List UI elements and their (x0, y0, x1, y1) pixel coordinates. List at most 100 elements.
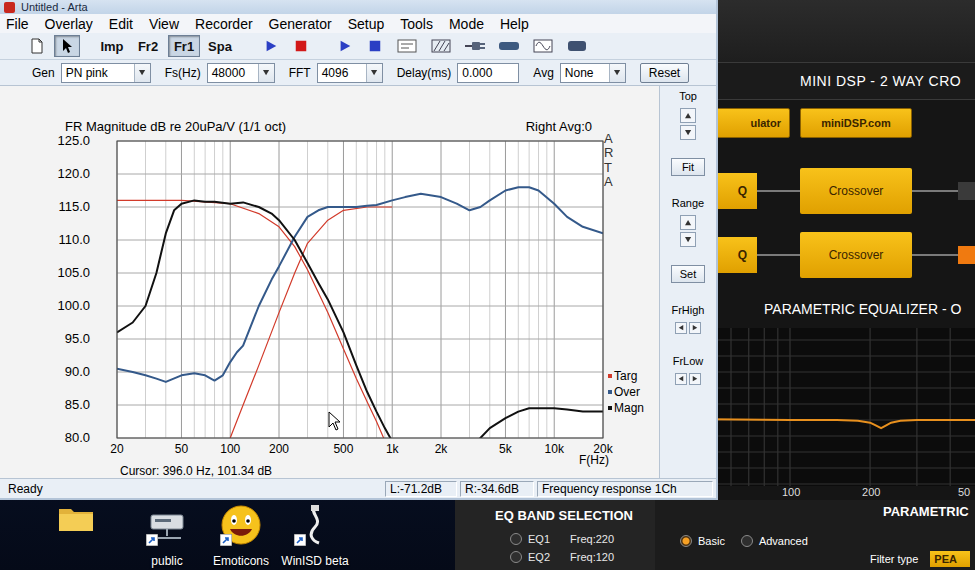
arrow-down-icon (685, 236, 692, 243)
minidsp-button[interactable]: miniDSP.com (800, 108, 912, 138)
menu-item[interactable]: Help (494, 15, 535, 33)
crossover-block[interactable]: Crossover (800, 232, 912, 278)
desktop-icon-box (292, 504, 338, 546)
side-button[interactable]: Fit (671, 158, 705, 176)
select-box[interactable]: 4096 (317, 63, 383, 83)
menu-item[interactable]: Recorder (189, 15, 259, 33)
tool-button[interactable] (24, 35, 50, 57)
menu-item[interactable]: Tools (394, 15, 439, 33)
band-row[interactable]: EQ2Freq:120 (495, 550, 655, 564)
desktop-folder[interactable] (58, 504, 130, 532)
wave-button[interactable] (528, 35, 558, 57)
desktop-icon-item[interactable]: WinISD beta (278, 504, 352, 568)
control-value: PN pink (62, 66, 134, 80)
folder-icon[interactable] (58, 504, 94, 532)
output-block[interactable] (958, 182, 975, 200)
select-box[interactable]: PN pink (61, 63, 151, 83)
reset-button[interactable]: Reset (640, 63, 689, 83)
control-label: Delay(ms) (397, 66, 452, 80)
mode-button[interactable]: Imp (96, 35, 128, 57)
hatch-button[interactable] (426, 35, 456, 57)
desktop-icon-label: WinISD beta (281, 554, 348, 568)
band-radio[interactable] (510, 533, 522, 545)
mode-radio[interactable] (680, 535, 692, 547)
text-input[interactable]: 0.000 (457, 63, 519, 83)
grid-line (205, 141, 206, 438)
side-button[interactable]: Set (671, 265, 705, 283)
grid-line (145, 141, 146, 438)
spin-up-button[interactable] (680, 108, 696, 123)
title-bar: Untitled - Arta (0, 0, 716, 14)
menu-item[interactable]: Edit (103, 15, 139, 33)
arrow-up-icon (685, 219, 692, 226)
grid-line (165, 141, 166, 438)
arrow-left-button[interactable] (675, 322, 687, 334)
menu-item[interactable]: Generator (263, 15, 338, 33)
desktop-icon-item[interactable]: Emoticons (204, 504, 278, 568)
tool-button[interactable] (54, 35, 80, 57)
x-tick-label: 1k (386, 442, 400, 456)
mode-label: Basic (698, 534, 725, 548)
plug-icon (464, 38, 486, 54)
band-row[interactable]: EQ1Freq:220 (495, 532, 655, 546)
menu-item[interactable]: View (143, 15, 185, 33)
control-label: Fs(Hz) (165, 66, 201, 80)
grid-line (222, 141, 223, 438)
parametric-modes: BasicAdvanced (655, 534, 975, 548)
menu-item[interactable]: File (0, 15, 35, 33)
spin-up-button[interactable] (680, 215, 696, 230)
eq-tick-label: 200 (862, 486, 880, 498)
filter-type-label: Filter type (870, 553, 918, 565)
menu-item[interactable]: Overlay (39, 15, 99, 33)
toolbar: ImpFr2Fr1Spa (0, 33, 716, 60)
desktop-icons: publicEmoticonsWinISD beta (0, 500, 455, 570)
slider-button[interactable] (494, 35, 524, 57)
marker-button[interactable] (392, 35, 422, 57)
select-box[interactable]: None (560, 63, 626, 83)
arrow-right-button[interactable] (689, 373, 701, 385)
x-tick-label: 10k (545, 442, 565, 456)
stop-button[interactable] (288, 35, 314, 57)
play-button[interactable] (258, 35, 284, 57)
grid-line (384, 141, 385, 438)
grid-line (546, 141, 547, 438)
y-tick-label: 100.0 (57, 298, 90, 313)
mode-button[interactable]: Fr2 (132, 35, 164, 57)
mode-radio[interactable] (741, 535, 753, 547)
mode-button[interactable]: Spa (204, 35, 236, 57)
select-box[interactable]: 48000 (207, 63, 275, 83)
spin-down-button[interactable] (680, 232, 696, 247)
menu-item[interactable]: Setup (342, 15, 391, 33)
legend-item: Targ (608, 369, 637, 383)
play-button[interactable] (332, 35, 358, 57)
route-wire (757, 254, 800, 256)
cursor-readout: Cursor: 396.0 Hz, 101.34 dB (120, 464, 272, 478)
x-tick-label: 50 (175, 442, 189, 456)
eq-grid-line (764, 328, 765, 486)
grid-line (469, 141, 470, 438)
route-wire (757, 190, 800, 192)
side-label: Top (679, 90, 697, 103)
band-radio[interactable] (510, 551, 522, 563)
y-tick-label: 125.0 (57, 133, 90, 148)
select-arrow (366, 64, 382, 82)
route-wire (912, 254, 958, 256)
stop-button[interactable] (362, 35, 388, 57)
plug-button[interactable] (460, 35, 490, 57)
spin-down-button[interactable] (680, 125, 696, 140)
crossover-block[interactable]: Crossover (800, 168, 912, 214)
menu-item[interactable]: Mode (443, 15, 490, 33)
output-block[interactable] (958, 246, 975, 264)
desktop-icon-item[interactable]: public (130, 504, 204, 568)
control-label: Avg (533, 66, 553, 80)
screen-button[interactable] (562, 35, 592, 57)
control-value: None (561, 66, 609, 80)
arrow-right-button[interactable] (689, 322, 701, 334)
grid-line (117, 174, 603, 175)
slider-icon (498, 38, 520, 54)
eq-grid-line (870, 328, 871, 486)
arrow-left-button[interactable] (675, 373, 687, 385)
filter-type-select[interactable]: PEA (930, 551, 970, 567)
spin-control (680, 215, 696, 247)
mode-button[interactable]: Fr1 (168, 35, 200, 57)
